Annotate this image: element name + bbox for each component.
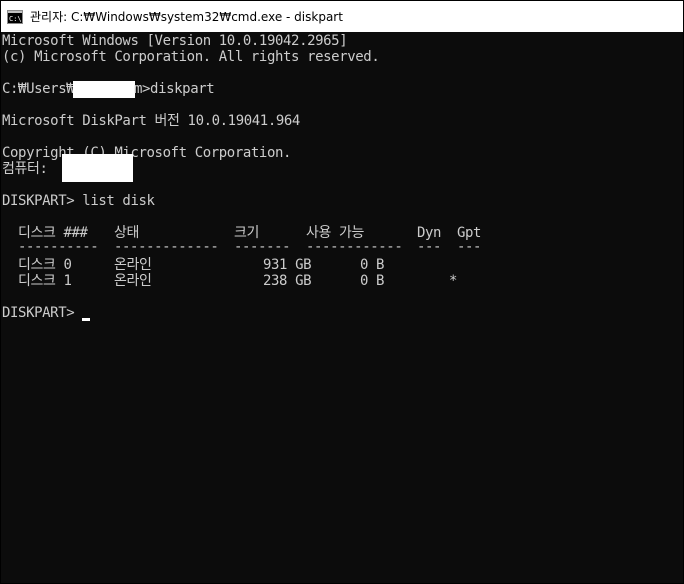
separator-disk: ---------- xyxy=(18,239,99,255)
redacted-computer-name xyxy=(62,154,133,182)
diskpart-prompt: DISKPART> xyxy=(2,305,83,321)
separator-status: ------------- xyxy=(114,239,219,255)
diskpart-version-line: Microsoft DiskPart 버전 10.0.19041.964 xyxy=(2,113,300,129)
title-bar[interactable]: C:\ 관리자: C:₩Windows₩system32₩cmd.exe - d… xyxy=(1,1,683,32)
table-row-free: 0 B xyxy=(360,257,385,273)
table-row-status: 온라인 xyxy=(114,273,152,289)
table-row-disk: 디스크 1 xyxy=(18,273,72,289)
windows-copyright-line: (c) Microsoft Corporation. All rights re… xyxy=(2,49,380,65)
table-row-status: 온라인 xyxy=(114,257,152,273)
svg-text:C:\: C:\ xyxy=(9,15,22,23)
table-row-free: 0 B xyxy=(360,273,385,289)
table-row-size: 931 GB xyxy=(263,257,312,273)
cmd-icon: C:\ xyxy=(7,9,23,25)
prompt-command: m>diskpart xyxy=(134,81,215,97)
list-disk-command: DISKPART> list disk xyxy=(2,193,155,209)
console-output[interactable]: Microsoft Windows [Version 10.0.19042.29… xyxy=(1,33,683,583)
redacted-username xyxy=(73,81,135,98)
window-title: 관리자: C:₩Windows₩system32₩cmd.exe - diskp… xyxy=(30,10,343,24)
cmd-window: C:\ 관리자: C:₩Windows₩system32₩cmd.exe - d… xyxy=(0,0,684,584)
separator-free: ------------ xyxy=(306,239,403,255)
separator-gpt: --- xyxy=(457,239,482,255)
separator-dyn: --- xyxy=(417,239,442,255)
table-row-size: 238 GB xyxy=(263,273,312,289)
text-cursor xyxy=(82,318,90,321)
prompt-prefix: C:₩Users₩ xyxy=(2,81,75,97)
table-row-disk: 디스크 0 xyxy=(18,257,72,273)
computer-label: 컴퓨터: xyxy=(2,161,48,177)
diskpart-copyright-line: Copyright (C) Microsoft Corporation. xyxy=(2,145,292,161)
table-row-gpt: * xyxy=(449,273,458,289)
separator-size: ------- xyxy=(234,239,291,255)
windows-version-line: Microsoft Windows [Version 10.0.19042.29… xyxy=(2,33,348,49)
